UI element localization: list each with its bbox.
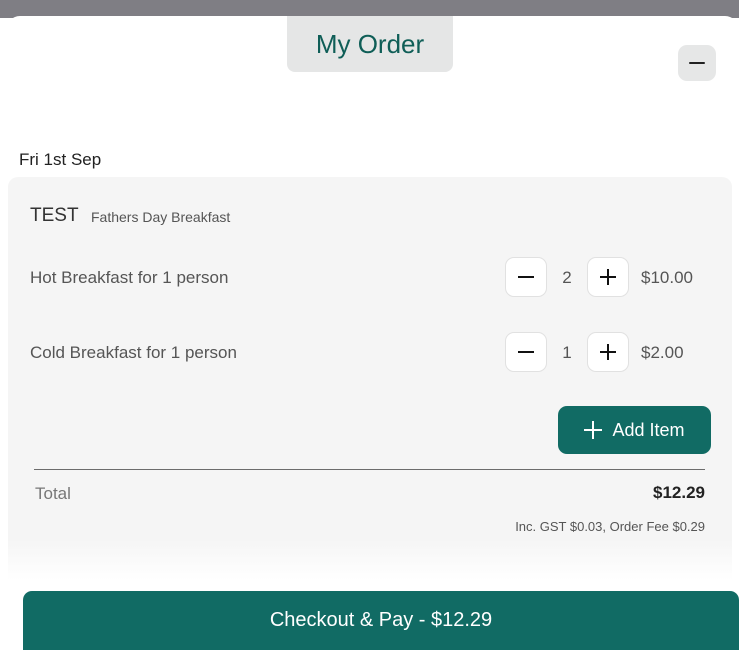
increase-quantity-button[interactable] (587, 257, 629, 297)
card-fade (8, 540, 732, 580)
item-price: $10.00 (641, 268, 693, 287)
item-name: Hot Breakfast for 1 person (30, 268, 229, 287)
divider (34, 469, 705, 470)
item-price: $2.00 (641, 343, 684, 362)
event-subtitle: Fathers Day Breakfast (91, 209, 231, 225)
add-item-label: Add Item (612, 419, 685, 440)
plus-icon (584, 421, 603, 439)
increase-quantity-button[interactable] (587, 332, 629, 372)
add-item-button[interactable]: Add Item (558, 406, 711, 454)
sheet-title: My Order (287, 16, 453, 72)
item-quantity: 2 (562, 268, 572, 287)
decrease-quantity-button[interactable] (505, 257, 547, 297)
minus-icon (518, 351, 534, 353)
order-card (8, 177, 732, 574)
item-quantity: 1 (562, 343, 572, 362)
minus-icon (689, 61, 705, 65)
checkout-label: Checkout & Pay - $12.29 (269, 609, 493, 631)
total-value: $12.29 (653, 483, 705, 502)
item-name: Cold Breakfast for 1 person (30, 343, 237, 362)
decrease-quantity-button[interactable] (505, 332, 547, 372)
total-label: Total (35, 484, 71, 503)
sheet-title-label: My Order (315, 28, 425, 59)
minus-icon (518, 276, 534, 278)
collapse-button[interactable] (678, 45, 716, 81)
fees-breakdown: Inc. GST $0.03, Order Fee $0.29 (515, 519, 705, 534)
order-date: Fri 1st Sep (19, 150, 102, 169)
event-name: TEST (30, 205, 79, 226)
checkout-button[interactable]: Checkout & Pay - $12.29 (23, 591, 739, 650)
